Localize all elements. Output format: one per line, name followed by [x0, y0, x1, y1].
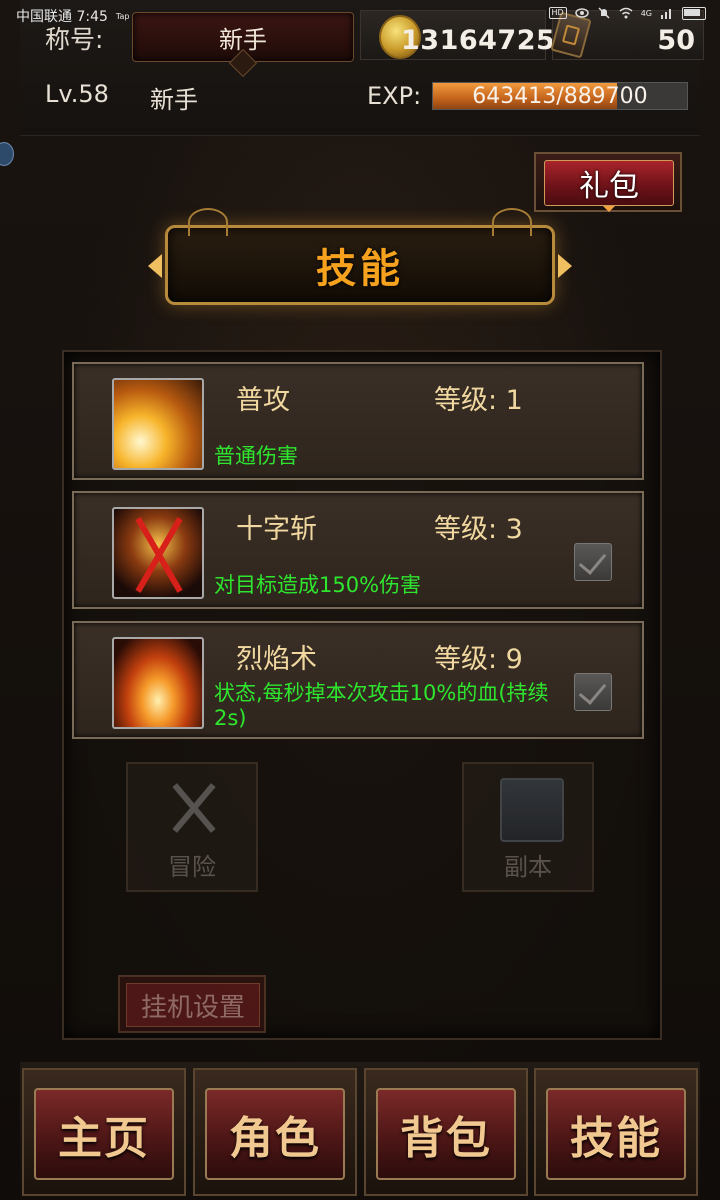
gift-pack-button[interactable]: 礼包	[534, 152, 682, 212]
skill-level: 等级: 9	[434, 644, 523, 675]
game-screen: 称号: 新手 13164725 50 Lv.58 新手 EXP: 643413/…	[0, 0, 720, 1200]
gift-pack-label: 礼包	[544, 160, 674, 212]
afk-settings-button: 挂机设置	[118, 975, 266, 1033]
skill-card-cross-slash[interactable]: 十字斩 等级: 3 对目标造成150%伤害	[72, 491, 644, 609]
skill-card-flame[interactable]: 烈焰术 等级: 9 状态,每秒掉本次攻击10%的血(持续2s)	[72, 621, 644, 739]
battery-icon	[682, 6, 706, 20]
exp-bar: 643413/889700	[432, 82, 688, 110]
skill-description: 对目标造成150%伤害	[214, 573, 422, 597]
bottom-nav: 主页 角色 背包 技能	[20, 1062, 700, 1200]
skill-level: 等级: 1	[434, 385, 523, 416]
nav-character-label: 角色	[205, 1088, 345, 1180]
skill-auto-checkbox[interactable]	[574, 543, 612, 581]
dungeon-icon	[500, 778, 564, 842]
page-title: 技能	[316, 246, 404, 292]
network-type: 4G	[640, 8, 652, 18]
nav-bag-label: 背包	[376, 1088, 516, 1180]
nav-skills-label: 技能	[546, 1088, 686, 1180]
skills-banner: 技能	[148, 208, 572, 305]
nav-character-button[interactable]: 角色	[193, 1068, 357, 1196]
carrier-time: 中国联通 7:45	[16, 9, 108, 25]
mute-bell-icon	[598, 7, 610, 19]
crossed-swords-icon	[164, 778, 224, 838]
skill-name: 普攻	[236, 385, 290, 416]
dungeon-button: 副本	[462, 762, 594, 892]
skill-description: 普通伤害	[214, 444, 298, 468]
skill-auto-checkbox[interactable]	[574, 673, 612, 711]
adventure-button: 冒险	[126, 762, 258, 892]
skill-description: 状态,每秒掉本次攻击10%的血(持续2s)	[214, 681, 549, 730]
skill-level: 等级: 3	[434, 514, 523, 545]
flame-icon	[112, 637, 204, 729]
nav-skills-button[interactable]: 技能	[534, 1068, 698, 1196]
player-rank: 新手	[150, 86, 198, 114]
tap-indicator: Tap	[115, 11, 130, 21]
floating-assist-button[interactable]	[0, 142, 14, 166]
cross-slash-icon	[112, 507, 204, 599]
skill-name: 十字斩	[236, 514, 317, 545]
exp-label: EXP:	[367, 82, 422, 110]
eye-icon	[574, 8, 589, 18]
exp-value: 643413/889700	[472, 83, 648, 109]
nav-bag-button[interactable]: 背包	[364, 1068, 528, 1196]
skill-name: 烈焰术	[236, 644, 317, 675]
adventure-label: 冒险	[168, 853, 216, 881]
wifi-icon	[619, 7, 633, 19]
dungeon-label: 副本	[504, 853, 552, 881]
skill-card-normal-attack[interactable]: 普攻 等级: 1 普通伤害	[72, 362, 644, 480]
nav-home-label: 主页	[34, 1088, 174, 1180]
afk-settings-label: 挂机设置	[126, 983, 260, 1027]
normal-attack-icon	[112, 378, 204, 470]
signal-icon	[661, 9, 671, 19]
player-level: Lv.58	[45, 80, 109, 108]
nav-home-button[interactable]: 主页	[22, 1068, 186, 1196]
hd-badge: HD	[548, 7, 567, 19]
status-bar: 中国联通 7:45 Tap HD 4G	[0, 0, 720, 30]
